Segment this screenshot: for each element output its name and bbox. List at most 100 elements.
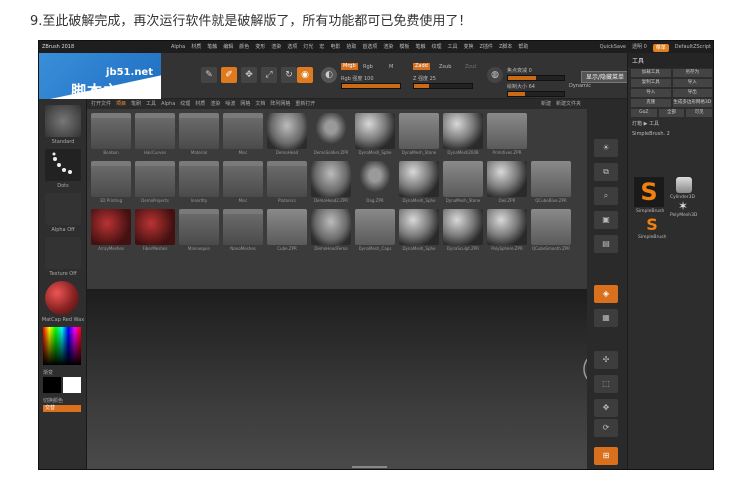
menu-item[interactable]: 编辑 [223,41,233,53]
menu-item[interactable]: 宏 [319,41,324,53]
polyf-icon[interactable]: ⊞ [594,447,618,465]
lightbox-item[interactable]: HairCurves [135,113,175,157]
main-color-swatch[interactable] [43,377,61,393]
lightbox-item[interactable]: Bonbon [91,113,131,157]
menu-item[interactable]: 笔触 [415,41,425,53]
tool-panel-button[interactable]: 导入 [631,89,671,97]
lightbox-item[interactable]: DynaMesh2048 [443,113,483,157]
material-sphere-icon[interactable]: ◐ [321,67,337,83]
lightbox-item[interactable]: QCubeSmooth.ZPR [531,209,571,253]
tool-panel-button[interactable]: 克隆 [631,99,671,107]
menu-item[interactable]: Z插件 [480,41,493,53]
bpr-icon[interactable]: ☀ [594,139,618,157]
lightbox-item[interactable]: DemoSoldier.ZPR [311,113,351,157]
lightbox-right-tab[interactable]: 新建文件夹 [556,99,581,109]
zadd-toggle[interactable]: Zadd [413,63,430,70]
zsub-toggle[interactable]: Zsub [439,64,451,70]
move-view-icon[interactable]: ✥ [594,399,618,417]
actual-icon[interactable]: ▣ [594,211,618,229]
gizmo-icon[interactable]: ◉ [297,67,313,83]
menu-item[interactable]: 首选项 [362,41,377,53]
tool-panel-button[interactable]: 生成多边形网格3D [672,99,712,107]
menus-button[interactable]: 菜单 [652,44,669,52]
frame-icon[interactable]: ⬚ [594,375,618,393]
tool-panel-button[interactable]: 导出 [672,89,712,97]
lightbox-tab[interactable]: 文档 [255,99,265,109]
lightbox-item[interactable]: FiberMeshes [135,209,175,253]
lightbox-item[interactable]: DynaMesh_Stone [399,113,439,157]
lightbox-item[interactable]: Owl.ZPR [487,161,527,205]
simple-brush-small-icon[interactable]: S [642,215,662,235]
lightbox-item[interactable]: DemoHeadFema [311,209,351,253]
lightbox-tab[interactable]: 工具 [146,99,156,109]
menu-item[interactable]: 模板 [399,41,409,53]
lightbox-item[interactable]: DemoHead2.ZPR [311,161,351,205]
texture-icon[interactable] [45,237,81,269]
rotate-view-icon[interactable]: ⟳ [594,419,618,437]
rotate-icon[interactable]: ↻ [281,67,297,83]
menu-item[interactable]: 纹理 [431,41,441,53]
lightbox-item[interactable]: Cube.ZPR [267,209,307,253]
lightbox-item[interactable]: DynaMesh_Stone [443,161,483,205]
brush-mode-icon[interactable]: ◍ [487,67,503,83]
lightbox-item[interactable]: ArrayMeshes [91,209,131,253]
lightbox-tools-label[interactable]: 灯箱 ▶ 工具 [628,118,713,129]
tool-panel-button[interactable]: 加载工具 [631,69,671,77]
dots-stroke-icon[interactable] [45,149,81,181]
move-icon[interactable]: ✥ [241,67,257,83]
lightbox-item[interactable]: Primitives.ZPR [487,113,527,157]
color-picker[interactable] [43,327,81,365]
lightbox-item[interactable]: PolySphere.ZPR [487,209,527,253]
mrgb-toggle[interactable]: Mrgb [341,63,358,70]
matcap-icon[interactable] [45,281,79,315]
rgb-intensity-slider[interactable] [341,83,401,89]
lightbox-item[interactable]: Misc [223,113,263,157]
standard-brush-icon[interactable] [45,105,81,137]
lightbox-tab[interactable]: 噪波 [225,99,235,109]
tool-panel-button[interactable]: 复制工具 [631,79,671,87]
alpha-icon[interactable] [45,193,81,225]
spix-icon[interactable]: ⧉ [594,163,618,181]
z-intensity-slider[interactable] [413,83,473,89]
menu-item[interactable]: 渲染 [271,41,281,53]
lightbox-tab[interactable]: 项目 [116,99,126,109]
scale-icon[interactable]: ⤢ [261,67,277,83]
lightbox-item[interactable]: DynaMesh_Sphe [355,113,395,157]
tool-panel-button[interactable]: GoZ [631,109,657,117]
lightbox-item[interactable]: 3D Printing [91,161,131,205]
lightbox-item[interactable]: QCubeBlue.ZPR [531,161,571,205]
menu-item[interactable]: 渲染 [383,41,393,53]
polymesh-star-icon[interactable]: ✶ [678,199,688,213]
quicksave-button[interactable]: QuickSave [600,41,626,53]
menu-item[interactable]: 拾取 [346,41,356,53]
lightbox-tab[interactable]: Alpha [161,99,175,109]
cylinder-icon[interactable] [676,177,692,193]
lightbox-item[interactable]: DynaMesh_Caps [355,209,395,253]
lightbox-item[interactable]: Material [179,113,219,157]
see-through-slider[interactable]: 透明 0 [632,41,647,53]
menu-item[interactable]: 灯光 [303,41,313,53]
lightbox-right-tab[interactable]: 新建 [541,99,551,109]
aahalf-icon[interactable]: ▤ [594,235,618,253]
tool-panel-button[interactable]: 全部 [658,109,685,117]
lightbox-tab[interactable]: 打开文件 [91,99,111,109]
lightbox-tab[interactable]: 重新打开 [295,99,315,109]
menu-item[interactable]: Alpha [171,41,185,53]
lightbox-item[interactable]: Mannequin [179,209,219,253]
lightbox-tab[interactable]: 网格 [240,99,250,109]
edit-icon[interactable]: ✎ [201,67,217,83]
secondary-color-swatch[interactable] [63,377,81,393]
focal-shift-slider[interactable] [507,75,565,81]
persp-icon[interactable]: ◈ [594,285,618,303]
lightbox-item[interactable]: Dog.ZPR [355,161,395,205]
draw-icon[interactable]: ✐ [221,67,237,83]
show-hide-menu-button[interactable]: 显示/隐藏菜单 [581,71,629,83]
floor-icon[interactable]: ▦ [594,309,618,327]
tool-panel-button[interactable]: 另存为 [672,69,712,77]
menu-item[interactable]: 材质 [191,41,201,53]
lightbox-item[interactable]: Insertlty [179,161,219,205]
lightbox-tab[interactable]: 纹理 [180,99,190,109]
zcut-toggle[interactable]: Zcut [465,64,476,70]
lightbox-tab[interactable]: 笔刷 [131,99,141,109]
tool-panel-button[interactable]: 可见 [686,109,713,117]
